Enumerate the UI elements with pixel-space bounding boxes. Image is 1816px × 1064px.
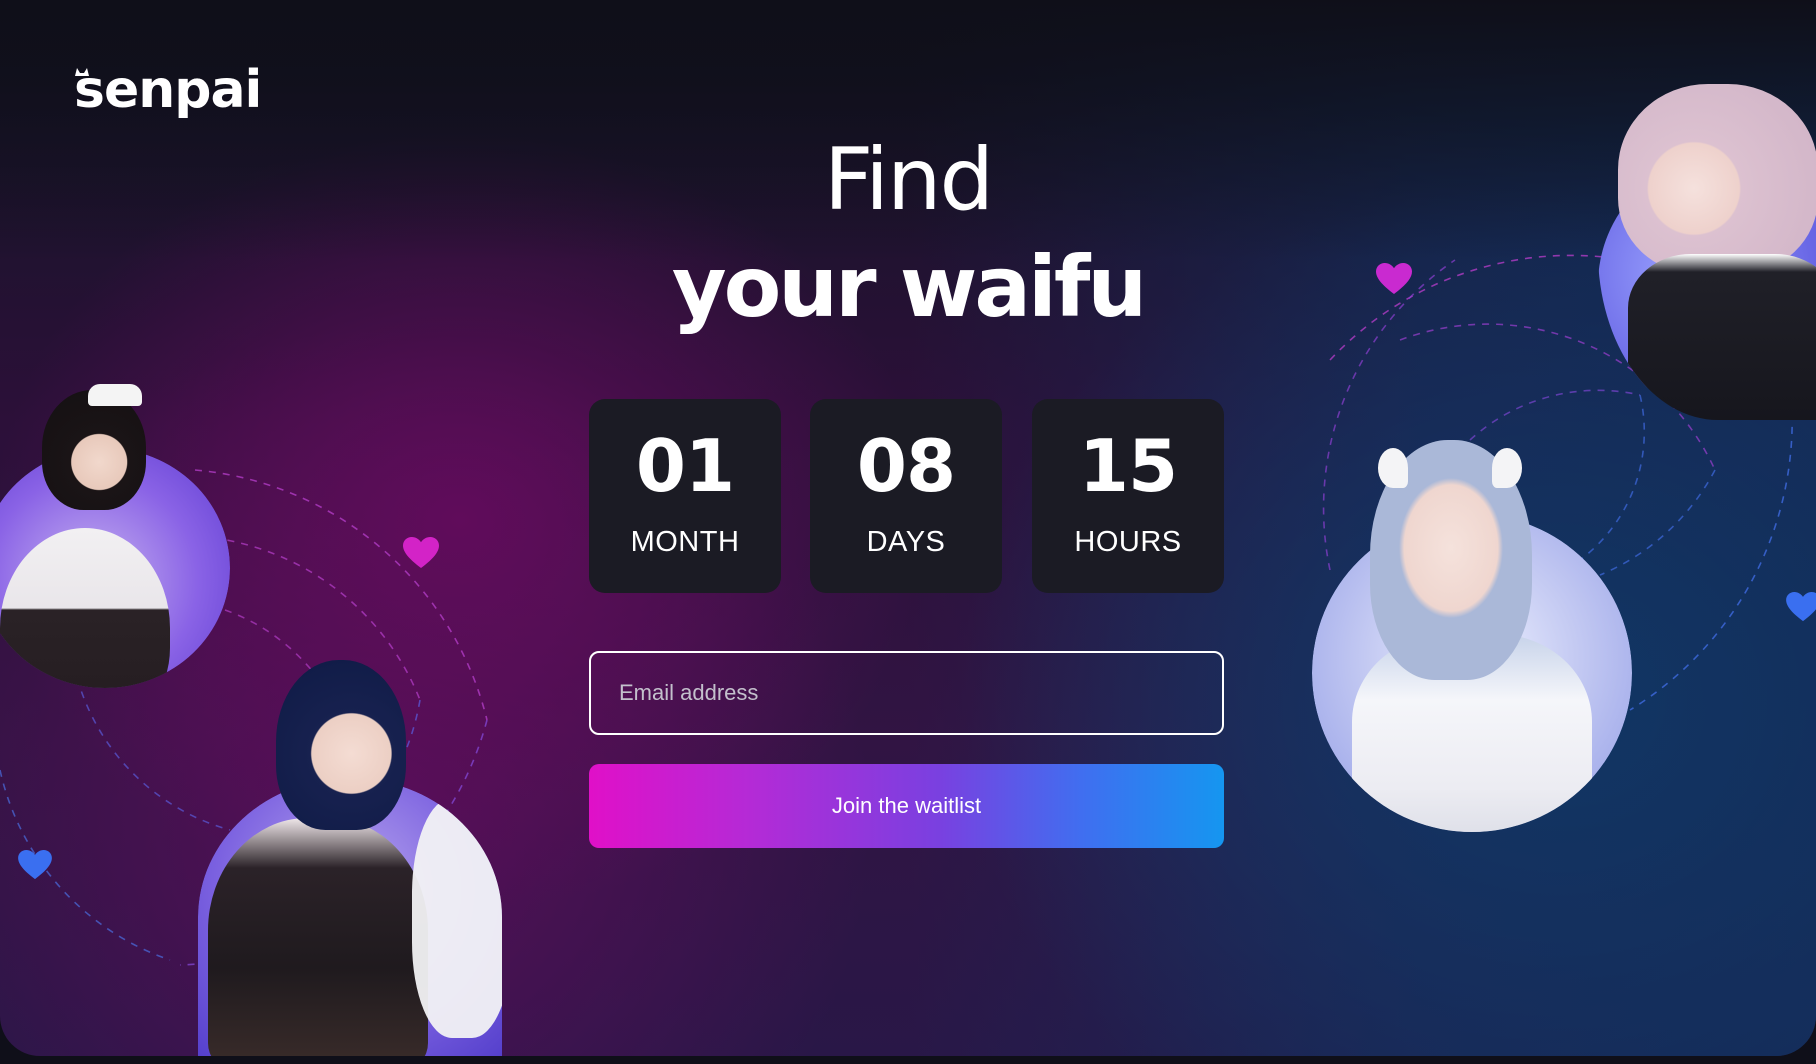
logo-text: senpai [74, 60, 262, 120]
avatar-maid-headpiece [88, 384, 142, 406]
heart-icon [18, 850, 52, 880]
landing-page: senpai Find your waifu 01 MONTH 08 DAYS … [0, 0, 1816, 1056]
email-input[interactable] [589, 651, 1224, 735]
headline-line-1: Find [823, 130, 994, 230]
join-waitlist-button[interactable]: Join the waitlist [589, 764, 1224, 848]
headline-line-2: your waifu [671, 238, 1147, 336]
countdown-unit: HOURS [1074, 526, 1182, 558]
countdown-value: 15 [1078, 424, 1178, 508]
avatar-maid-head [42, 390, 146, 510]
heart-icon [1786, 592, 1816, 622]
countdown-unit: MONTH [630, 526, 740, 558]
brand-logo[interactable]: senpai [74, 60, 262, 120]
cat-ears-icon [75, 68, 89, 76]
avatar-light-blue-hair-horn [1378, 448, 1408, 488]
countdown-hours: 15 HOURS [1032, 399, 1224, 593]
avatar-blue-hair-head [276, 660, 406, 830]
avatar-light-blue-hair-horn [1492, 448, 1522, 488]
countdown-days: 08 DAYS [810, 399, 1002, 593]
countdown-month: 01 MONTH [589, 399, 781, 593]
heart-icon [403, 537, 439, 568]
countdown-value: 08 [856, 424, 956, 508]
countdown-value: 01 [635, 424, 735, 508]
countdown-unit: DAYS [866, 526, 946, 558]
